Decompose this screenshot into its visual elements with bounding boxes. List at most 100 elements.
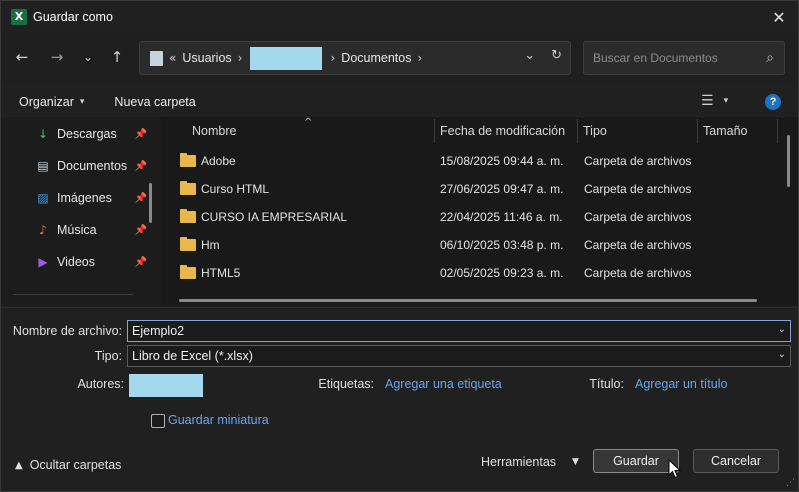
sidebar-scrollbar[interactable] <box>149 183 152 223</box>
tools-button[interactable]: Herramientas ▼ <box>481 455 579 469</box>
view-options-button[interactable]: ☰ ▾ <box>701 93 728 109</box>
type-label: Tipo: <box>94 349 122 363</box>
horizontal-scrollbar[interactable] <box>179 299 757 302</box>
help-button[interactable]: ? <box>765 94 781 110</box>
title-bar: X Guardar como ✕ <box>1 1 798 32</box>
breadcrumb-documentos[interactable]: Documentos <box>341 51 411 65</box>
pin-icon[interactable]: 📌 <box>135 193 147 204</box>
sidebar-item-documentos[interactable]: ▤ Documentos 📌 <box>35 154 147 178</box>
file-name-cell: Curso HTML <box>180 175 269 203</box>
authors-field[interactable] <box>129 374 203 397</box>
navigation-pane: ↓ Descargas 📌 ▤ Documentos 📌 ▨ Imágenes … <box>1 117 161 305</box>
organize-label: Organizar <box>19 95 74 109</box>
add-title-link[interactable]: Agregar un título <box>635 377 727 391</box>
add-tag-link[interactable]: Agregar una etiqueta <box>385 377 502 391</box>
column-header-date[interactable]: Fecha de modificación <box>434 117 578 145</box>
command-bar: Organizar ▾ Nueva carpeta ☰ ▾ ? <box>1 87 798 117</box>
table-row[interactable]: Curso HTML 27/06/2025 09:47 a. m. Carpet… <box>161 175 786 203</box>
folder-location-icon <box>150 50 163 66</box>
mouse-cursor-icon <box>668 459 682 479</box>
breadcrumb-usuarios[interactable]: Usuarios <box>182 51 231 65</box>
sidebar-item-imagenes[interactable]: ▨ Imágenes 📌 <box>35 186 147 210</box>
cancel-button[interactable]: Cancelar <box>693 449 779 473</box>
column-header-type[interactable]: Tipo <box>577 117 697 145</box>
download-icon: ↓ <box>37 127 49 141</box>
column-separator[interactable] <box>777 119 778 143</box>
file-name-cell: Hm <box>180 231 220 259</box>
chevron-right-icon[interactable]: › <box>238 51 243 65</box>
save-button[interactable]: Guardar <box>593 449 679 473</box>
organize-button[interactable]: Organizar ▾ <box>19 95 84 109</box>
file-type: Carpeta de archivos <box>584 238 692 252</box>
column-header-size[interactable]: Tamaño <box>697 117 777 145</box>
forward-button[interactable]: → <box>45 45 69 69</box>
filename-field[interactable]: Ejemplo2 ⌄ <box>127 320 791 342</box>
search-icon: ⌕ <box>766 50 774 66</box>
file-name: HTML5 <box>201 266 241 280</box>
file-date: 22/04/2025 11:46 a. m. <box>440 210 563 224</box>
file-type: Carpeta de archivos <box>584 210 692 224</box>
sort-ascending-icon: ^ <box>304 117 313 128</box>
sidebar-item-label: Videos <box>57 255 95 269</box>
pin-icon[interactable]: 📌 <box>135 129 147 140</box>
chevron-down-icon: ▼ <box>572 457 579 467</box>
search-box[interactable]: Buscar en Documentos ⌕ <box>583 41 785 75</box>
file-name: Adobe <box>201 154 236 168</box>
file-date: 02/05/2025 09:23 a. m. <box>440 266 564 280</box>
chevron-down-icon[interactable]: ⌄ <box>778 349 786 360</box>
file-type-select[interactable]: Libro de Excel (*.xlsx) ⌄ <box>127 345 791 367</box>
file-date: 15/08/2025 09:44 a. m. <box>440 154 564 168</box>
pin-icon[interactable]: 📌 <box>135 161 147 172</box>
up-button[interactable]: ↑ <box>105 45 129 69</box>
close-button[interactable]: ✕ <box>768 6 790 28</box>
folder-icon <box>180 265 196 279</box>
pin-icon[interactable]: 📌 <box>135 225 147 236</box>
refresh-icon[interactable]: ↻ <box>551 48 562 63</box>
new-folder-button[interactable]: Nueva carpeta <box>114 95 195 109</box>
image-icon: ▨ <box>37 191 49 205</box>
back-button[interactable]: ← <box>10 45 34 69</box>
vertical-scrollbar[interactable] <box>787 135 790 187</box>
chevron-right-icon[interactable]: › <box>330 51 335 65</box>
file-name: Curso HTML <box>201 182 270 196</box>
sidebar-item-label: Música <box>57 223 97 237</box>
sidebar-item-descargas[interactable]: ↓ Descargas 📌 <box>35 122 147 146</box>
chevron-right-icon[interactable]: › <box>417 51 422 65</box>
hide-folders-button[interactable]: ▲ Ocultar carpetas <box>15 458 121 472</box>
file-name-cell: CURSO IA EMPRESARIAL <box>180 203 347 231</box>
folder-icon <box>180 181 196 195</box>
address-dropdown-icon[interactable]: ⌄ <box>524 48 535 63</box>
tags-label: Etiquetas: <box>318 377 374 391</box>
sidebar-item-musica[interactable]: ♪ Música 📌 <box>35 218 147 242</box>
recent-locations-button[interactable]: ⌄ <box>76 45 100 69</box>
chevron-down-icon[interactable]: ⌄ <box>778 324 786 335</box>
file-name: CURSO IA EMPRESARIAL <box>201 210 348 224</box>
table-row[interactable]: Hm 06/10/2025 03:48 p. m. Carpeta de arc… <box>161 231 786 259</box>
file-name-cell: Adobe <box>180 147 236 175</box>
filename-label: Nombre de archivo: <box>12 324 122 338</box>
title-label: Título: <box>589 377 624 391</box>
sidebar-divider <box>13 294 133 295</box>
sidebar-item-videos[interactable]: ▶ Videos 📌 <box>35 250 147 274</box>
resize-grip-icon[interactable]: ⋰ <box>786 478 795 488</box>
table-row[interactable]: CURSO IA EMPRESARIAL 22/04/2025 11:46 a.… <box>161 203 786 231</box>
file-type-value: Libro de Excel (*.xlsx) <box>132 349 253 363</box>
dialog-title: Guardar como <box>33 9 113 24</box>
folder-icon <box>180 237 196 251</box>
file-type: Carpeta de archivos <box>584 266 692 280</box>
save-thumbnail-label[interactable]: Guardar miniatura <box>168 413 269 427</box>
table-row[interactable]: Adobe 15/08/2025 09:44 a. m. Carpeta de … <box>161 147 786 175</box>
save-as-dialog: X Guardar como ✕ ← → ⌄ ↑ « Usuarios › › … <box>0 0 799 492</box>
address-bar[interactable]: « Usuarios › › Documentos › ⌄ ↻ <box>139 41 571 75</box>
chevron-up-icon: ▲ <box>15 459 23 471</box>
search-input[interactable]: Buscar en Documentos <box>593 51 718 65</box>
list-view-icon: ☰ <box>701 93 714 109</box>
breadcrumb-overflow-icon[interactable]: « <box>169 51 176 65</box>
sidebar-item-label: Imágenes <box>57 191 112 205</box>
pin-icon[interactable]: 📌 <box>135 257 147 268</box>
filename-input[interactable]: Ejemplo2 <box>132 324 184 338</box>
authors-label: Autores: <box>77 377 124 391</box>
file-date: 06/10/2025 03:48 p. m. <box>440 238 564 252</box>
save-thumbnail-checkbox[interactable] <box>151 414 165 428</box>
table-row[interactable]: HTML5 02/05/2025 09:23 a. m. Carpeta de … <box>161 259 786 287</box>
